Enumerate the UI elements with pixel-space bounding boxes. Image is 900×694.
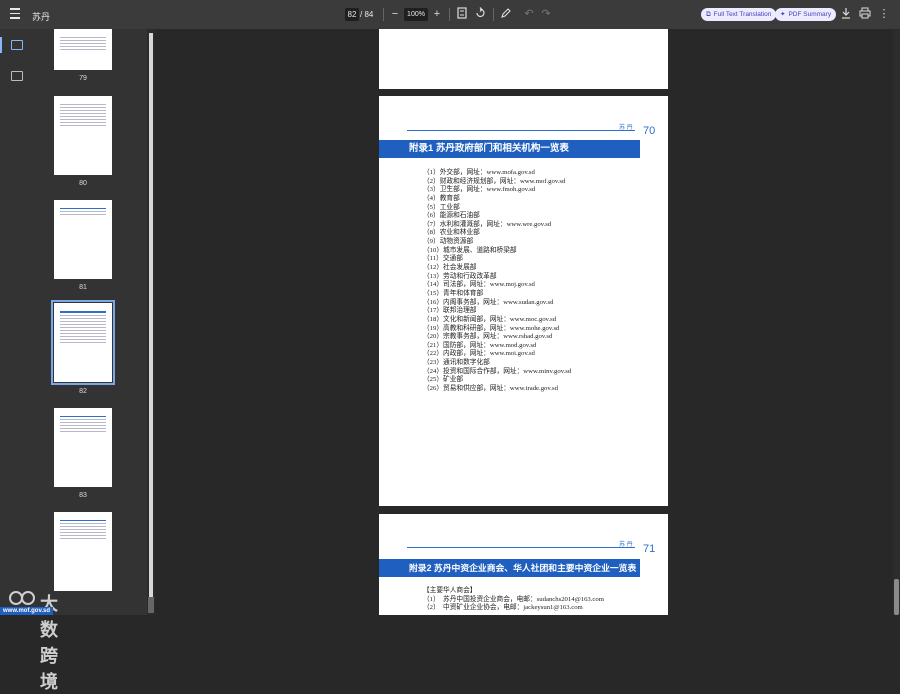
download-icon[interactable] xyxy=(839,7,853,21)
list-item: 【主要华人商会】 xyxy=(423,587,477,594)
page-count: / 84 xyxy=(360,10,374,19)
page-header-rule xyxy=(407,547,635,548)
sidebar-scrollbar[interactable] xyxy=(147,29,155,615)
appendix-title-banner: 附录1 苏丹政府部门和相关机构一览表 xyxy=(379,140,640,158)
watermark-text: 大数跨境 xyxy=(40,594,59,692)
document-page: 苏 丹 71 附录2 苏丹中资企业商会、华人社团和主要中资企业一览表 【主要华人… xyxy=(379,514,668,615)
list-item: （17）联邦治理部 xyxy=(423,307,477,315)
toolbar-divider xyxy=(449,8,450,21)
watermark-url: www.mof.gov.sd xyxy=(0,607,54,615)
document-scrollbar[interactable] xyxy=(893,29,900,615)
annotate-pen-icon[interactable] xyxy=(499,7,513,21)
more-options-icon[interactable]: ⋮ xyxy=(877,7,891,21)
full-text-translation-button[interactable]: ⧉ Full Text Translation xyxy=(701,8,777,21)
list-item: （14）司法部，网址：www.moj.gov.sd xyxy=(423,281,535,289)
list-item: （12）社会发展部 xyxy=(423,264,477,272)
outline-view-icon[interactable] xyxy=(11,71,23,81)
list-item: （15）青年和体育部 xyxy=(423,289,484,297)
thumbnail-page-number: 81 xyxy=(79,284,87,291)
list-item: （22）内政部，网址：www.moi.gov.sd xyxy=(423,350,535,358)
list-item: （1） 苏丹中国投资企业商会，电邮：sudanchs2014@163.com xyxy=(423,595,604,603)
fit-page-icon[interactable] xyxy=(455,7,469,21)
list-item: （19）高教和科研部，网址：www.mohe.gov.sd xyxy=(423,324,560,332)
pdf-toolbar: 苏丹 82 / 84 − 100% + ↶ ↷ ⧉ Full Text Trans… xyxy=(0,0,900,29)
document-title: 苏丹 xyxy=(32,12,51,22)
thumbnail-page-number: 82 xyxy=(79,388,87,395)
list-item: （18）文化和新闻部，网址：www.moc.gov.sd xyxy=(423,315,557,323)
print-icon[interactable] xyxy=(858,7,872,21)
ministry-list: （1）外交部，网址：www.mofa.gov.sd （2）财政和经济规划部，网址… xyxy=(423,169,571,394)
zoom-out-icon[interactable]: − xyxy=(388,7,402,21)
list-item: （6）能源和石油部 xyxy=(423,212,480,220)
list-item: （23）通讯和数字化部 xyxy=(423,359,490,367)
thumbnail-page-number: 83 xyxy=(79,492,87,499)
list-item: （26）贸易和供应部，网址：www.trade.gov.sd xyxy=(423,385,558,393)
pdf-summary-label: PDF Summary xyxy=(788,11,832,18)
list-item: （1）外交部，网址：www.mofa.gov.sd xyxy=(423,169,535,176)
list-item: （25）矿业部 xyxy=(423,376,464,384)
zoom-input[interactable]: 100% xyxy=(404,8,428,21)
list-item: （5）工业部 xyxy=(423,203,460,211)
page-thumbnail-selected[interactable] xyxy=(51,300,115,385)
thumbnail-sidebar: 79 80 81 82 83 xyxy=(33,29,147,615)
scrollbar-thumb[interactable] xyxy=(894,579,899,615)
page-header-number: 71 xyxy=(643,543,656,555)
pdf-summary-button[interactable]: ✦ PDF Summary xyxy=(775,8,837,21)
page-thumbnail[interactable] xyxy=(54,512,112,591)
page-thumbnail[interactable] xyxy=(54,408,112,487)
list-item: （16）内阁事务部，网址：www.sudan.gov.sd xyxy=(423,298,554,306)
list-item: （2） 中资矿业企业协会，电邮：jackeysun1@163.com xyxy=(423,604,583,612)
sidebar-rail xyxy=(0,29,33,615)
menu-icon[interactable] xyxy=(10,8,22,20)
sparkle-icon: ✦ xyxy=(780,11,786,18)
list-item: （2）财政和经济规划部，网址：www.mof.gov.sd xyxy=(423,177,566,185)
scrollbar-thumb[interactable] xyxy=(148,597,154,613)
page-thumbnail[interactable] xyxy=(54,96,112,175)
list-item: （3）卫生部，网址：www.fmoh.gov.sd xyxy=(423,186,536,194)
list-item: （4）教育部 xyxy=(423,194,460,202)
rotate-icon[interactable] xyxy=(473,7,487,21)
thumbnails-view-icon[interactable] xyxy=(11,40,23,50)
active-indicator xyxy=(0,37,2,53)
page-header-rule xyxy=(407,130,635,131)
list-item: （8）农业和林业部 xyxy=(423,229,480,237)
thumbnail-page-number: 80 xyxy=(79,180,87,187)
page-thumbnail[interactable] xyxy=(54,200,112,279)
thumbnail-page-number: 79 xyxy=(79,75,87,82)
toolbar-divider xyxy=(493,8,494,21)
page-header-number: 70 xyxy=(643,125,656,137)
list-item: （9）动物资源部 xyxy=(423,238,474,246)
association-list: 【主要华人商会】 （1） 苏丹中国投资企业商会，电邮：sudanchs2014@… xyxy=(423,587,604,613)
document-page: 苏 丹 70 附录1 苏丹政府部门和相关机构一览表 （1）外交部，网址：www.… xyxy=(379,96,668,506)
toolbar-divider xyxy=(383,8,384,21)
scrollbar-track xyxy=(149,33,153,611)
zoom-in-icon[interactable]: + xyxy=(430,7,444,21)
translate-icon: ⧉ xyxy=(706,11,711,18)
list-item: （20）宗教事务部，网址：www.rshad.gov.sd xyxy=(423,333,553,341)
page-number-input[interactable]: 82 xyxy=(345,8,359,21)
undo-icon[interactable]: ↶ xyxy=(522,7,536,21)
page-thumbnail[interactable] xyxy=(54,29,112,70)
redo-icon[interactable]: ↷ xyxy=(539,7,553,21)
list-item: （11）交通部 xyxy=(423,255,463,263)
full-text-translation-label: Full Text Translation xyxy=(713,11,772,18)
appendix-title-banner: 附录2 苏丹中资企业商会、华人社团和主要中资企业一览表 xyxy=(379,559,640,577)
document-viewer: 苏 丹 70 附录1 苏丹政府部门和相关机构一览表 （1）外交部，网址：www.… xyxy=(155,29,900,615)
document-page xyxy=(379,29,668,89)
